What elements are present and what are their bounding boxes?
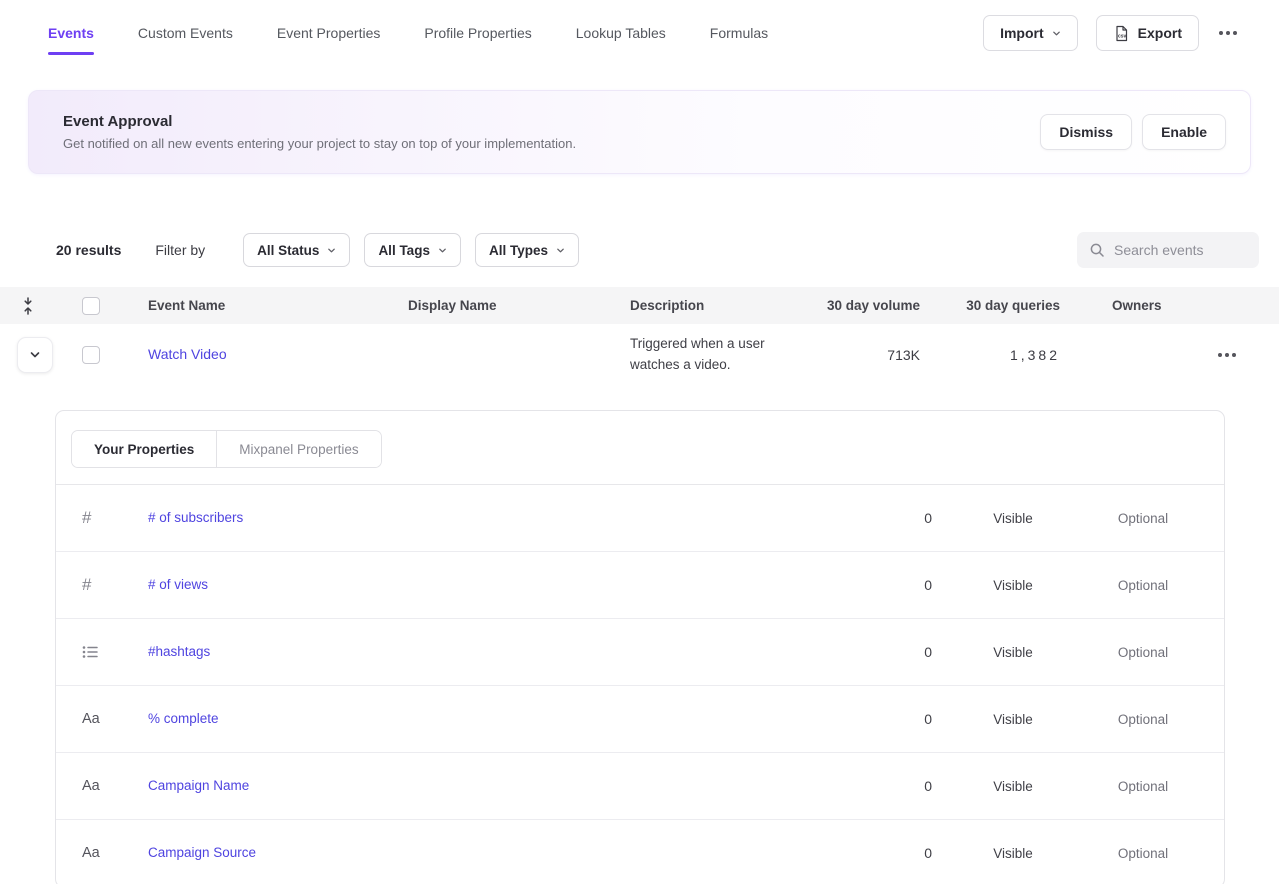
column-30-day-volume: 30 day volume [820, 298, 950, 313]
table-row: Watch Video Triggered when a user watche… [0, 324, 1279, 386]
property-visibility: Visible [948, 779, 1078, 794]
search-input[interactable] [1114, 242, 1244, 258]
csv-file-icon: csv [1113, 25, 1130, 42]
filter-bar: 20 results Filter by All Status All Tags… [56, 232, 1259, 268]
property-visibility: Visible [948, 645, 1078, 660]
text-type-icon: Aa [82, 845, 100, 861]
event-approval-banner: Event Approval Get notified on all new e… [28, 90, 1251, 174]
column-owners: Owners [1090, 298, 1210, 313]
status-filter-label: All Status [257, 243, 319, 258]
import-button[interactable]: Import [983, 15, 1078, 51]
row-checkbox[interactable] [82, 346, 100, 364]
tab-profile-properties[interactable]: Profile Properties [424, 2, 531, 64]
types-filter-dropdown[interactable]: All Types [475, 233, 579, 267]
property-row: # # of subscribers 0 Visible Optional [56, 485, 1224, 552]
property-row: Aa Campaign Name 0 Visible Optional [56, 753, 1224, 820]
property-value: 0 [868, 510, 948, 526]
row-more-options-icon[interactable] [1216, 347, 1238, 363]
banner-description: Get notified on all new events entering … [63, 136, 576, 151]
property-value: 0 [868, 711, 948, 727]
event-name-link[interactable]: Watch Video [148, 346, 227, 362]
property-link[interactable]: # of views [148, 577, 208, 592]
column-30-day-queries: 30 day queries [950, 298, 1090, 313]
hash-icon: # [82, 575, 91, 595]
property-visibility: Visible [948, 578, 1078, 593]
column-description: Description [630, 298, 820, 313]
property-requirement: Optional [1078, 846, 1208, 861]
property-value: 0 [868, 845, 948, 861]
tab-lookup-tables[interactable]: Lookup Tables [576, 2, 666, 64]
property-value: 0 [868, 577, 948, 593]
tab-formulas[interactable]: Formulas [710, 2, 768, 64]
text-type-icon: Aa [82, 778, 100, 794]
property-value: 0 [868, 644, 948, 660]
chevron-down-icon [556, 246, 565, 255]
property-link[interactable]: Campaign Source [148, 845, 256, 860]
nav-tabs: Events Custom Events Event Properties Pr… [48, 2, 768, 64]
properties-tab-bar: Your Properties Mixpanel Properties [56, 411, 1224, 485]
export-button-label: Export [1138, 25, 1182, 41]
property-row: #hashtags 0 Visible Optional [56, 619, 1224, 686]
hash-icon: # [82, 508, 91, 528]
tags-filter-dropdown[interactable]: All Tags [364, 233, 461, 267]
collapse-row-button[interactable] [17, 337, 53, 373]
tab-mixpanel-properties[interactable]: Mixpanel Properties [216, 431, 380, 467]
property-row: Aa % complete 0 Visible Optional [56, 686, 1224, 753]
property-row: # # of views 0 Visible Optional [56, 552, 1224, 619]
import-button-label: Import [1000, 25, 1044, 41]
column-event-name: Event Name [148, 298, 408, 313]
select-all-checkbox[interactable] [82, 297, 100, 315]
search-box [1077, 232, 1259, 268]
tab-events[interactable]: Events [48, 2, 94, 64]
nav-actions: Import csv Export [983, 15, 1239, 51]
property-requirement: Optional [1078, 578, 1208, 593]
property-value: 0 [868, 778, 948, 794]
types-filter-label: All Types [489, 243, 548, 258]
property-visibility: Visible [948, 712, 1078, 727]
property-row: Aa Campaign Source 0 Visible Optional [56, 820, 1224, 884]
export-button[interactable]: csv Export [1096, 15, 1199, 51]
property-link[interactable]: % complete [148, 711, 219, 726]
property-visibility: Visible [948, 846, 1078, 861]
svg-text:csv: csv [1118, 33, 1127, 39]
filter-by-label: Filter by [155, 242, 205, 258]
status-filter-dropdown[interactable]: All Status [243, 233, 350, 267]
property-visibility: Visible [948, 511, 1078, 526]
tab-event-properties[interactable]: Event Properties [277, 2, 381, 64]
banner-title: Event Approval [63, 113, 576, 130]
properties-panel: Your Properties Mixpanel Properties # # … [55, 410, 1225, 884]
property-link[interactable]: #hashtags [148, 644, 210, 659]
search-icon [1089, 242, 1105, 258]
dismiss-button[interactable]: Dismiss [1040, 114, 1132, 150]
banner-text: Event Approval Get notified on all new e… [45, 113, 576, 151]
more-options-icon[interactable] [1217, 25, 1239, 41]
chevron-down-icon [327, 246, 336, 255]
property-requirement: Optional [1078, 511, 1208, 526]
table-header: Event Name Display Name Description 30 d… [0, 287, 1279, 324]
enable-button[interactable]: Enable [1142, 114, 1226, 150]
filter-dropdowns: All Status All Tags All Types [243, 233, 579, 267]
chevron-down-icon [1052, 29, 1061, 38]
column-display-name: Display Name [408, 298, 630, 313]
banner-actions: Dismiss Enable [1040, 114, 1226, 150]
property-link[interactable]: # of subscribers [148, 510, 243, 525]
event-30-day-volume: 713K [820, 347, 950, 363]
tab-your-properties[interactable]: Your Properties [72, 431, 216, 467]
top-navigation: Events Custom Events Event Properties Pr… [0, 0, 1279, 66]
property-link[interactable]: Campaign Name [148, 778, 249, 793]
event-description: Triggered when a user watches a video. [630, 334, 820, 376]
property-requirement: Optional [1078, 645, 1208, 660]
property-requirement: Optional [1078, 779, 1208, 794]
collapse-rows-icon[interactable] [20, 297, 36, 315]
property-requirement: Optional [1078, 712, 1208, 727]
text-type-icon: Aa [82, 711, 100, 727]
chevron-down-icon [438, 246, 447, 255]
list-icon [82, 645, 98, 659]
tab-custom-events[interactable]: Custom Events [138, 2, 233, 64]
event-30-day-queries: 1,382 [950, 347, 1090, 363]
tags-filter-label: All Tags [378, 243, 430, 258]
results-count: 20 results [56, 242, 121, 258]
chevron-down-icon [29, 349, 41, 361]
